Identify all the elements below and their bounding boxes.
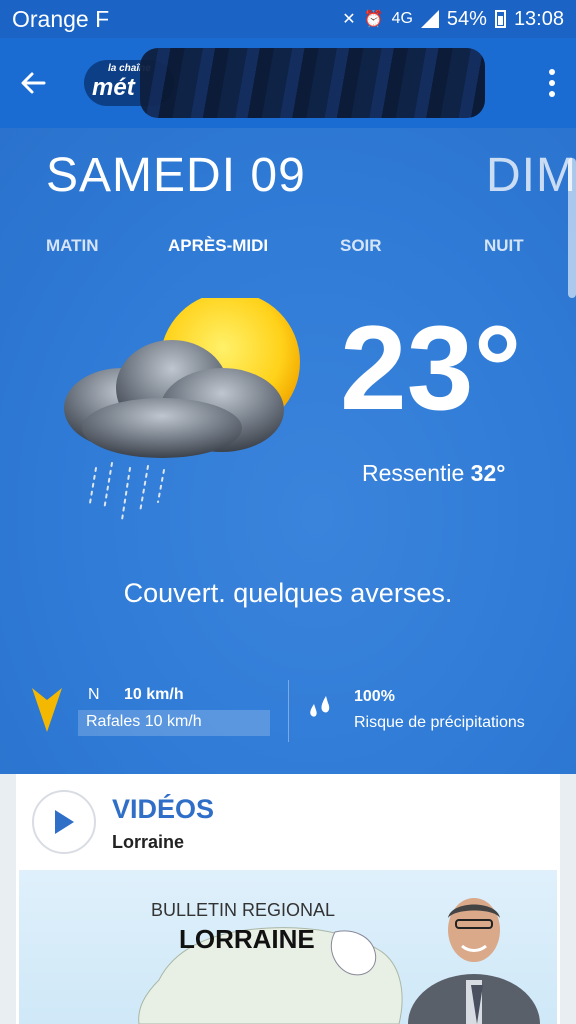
day-selector: SAMEDI 09 DIM xyxy=(46,148,576,208)
battery-percent: 54% xyxy=(446,7,487,30)
tab-apres-midi[interactable]: APRÈS-MIDI xyxy=(168,236,268,256)
play-icon xyxy=(55,810,74,834)
videos-card[interactable]: VIDÉOS Lorraine BULLETIN REGIONAL LORRAI… xyxy=(16,774,560,1024)
logo-big-text: mét xyxy=(92,74,135,101)
clock: 13:08 xyxy=(513,7,564,30)
play-button[interactable] xyxy=(32,790,96,854)
thumbnail-line2: LORRAINE xyxy=(179,924,315,954)
videos-subtitle: Lorraine xyxy=(112,832,185,852)
tab-nuit[interactable]: NUIT xyxy=(484,236,524,256)
divider xyxy=(288,680,289,742)
precipitation-label: Risque de précipitations xyxy=(354,714,525,731)
overflow-menu-icon[interactable] xyxy=(542,63,562,103)
precipitation-probability: 100% xyxy=(354,688,395,705)
wind-gusts: Rafales 10 km/h xyxy=(78,710,270,736)
wind-arrow-icon xyxy=(32,686,62,737)
alarm-icon: ⏰ xyxy=(363,11,384,28)
period-tabs: MATIN APRÈS-MIDI SOIR NUIT xyxy=(0,236,576,266)
redacted-area xyxy=(140,48,485,118)
wind-speed: 10 km/h xyxy=(124,686,184,703)
carrier-name: Orange F xyxy=(12,5,110,32)
sun-cloud-rain-icon xyxy=(52,292,312,528)
videos-title: VIDÉOS xyxy=(112,794,215,824)
raindrops-icon xyxy=(306,694,334,727)
tab-soir[interactable]: SOIR xyxy=(340,236,382,256)
back-arrow-icon[interactable] xyxy=(14,63,54,103)
wind-direction: N xyxy=(88,686,100,703)
mute-icon: ✕ xyxy=(342,11,356,28)
temperature: 23° xyxy=(340,301,522,435)
scrollbar xyxy=(568,158,576,298)
weather-description: Couvert. quelques averses. xyxy=(123,578,453,608)
thumbnail-line1: BULLETIN REGIONAL xyxy=(151,900,336,920)
day-current[interactable]: SAMEDI 09 xyxy=(46,148,306,203)
status-icons: ✕ ⏰ 4G 54% 13:08 xyxy=(342,8,564,31)
feels-like-value: 32° xyxy=(470,460,506,486)
day-next[interactable]: DIM xyxy=(486,148,576,203)
feels-like-label: Ressentie xyxy=(362,460,465,486)
network-type: 4G xyxy=(391,10,413,27)
weather-panel: SAMEDI 09 DIM MATIN APRÈS-MIDI SOIR NUIT xyxy=(0,128,576,774)
battery-icon xyxy=(494,10,506,28)
app-bar: la chaîne mét xyxy=(0,38,576,128)
status-bar: Orange F ✕ ⏰ 4G 54% 13:08 xyxy=(0,0,576,38)
signal-icon xyxy=(420,10,439,28)
tab-matin[interactable]: MATIN xyxy=(46,236,99,256)
video-thumbnail[interactable]: BULLETIN REGIONAL LORRAINE xyxy=(19,870,557,1024)
feels-like: Ressentie 32° xyxy=(362,460,505,487)
